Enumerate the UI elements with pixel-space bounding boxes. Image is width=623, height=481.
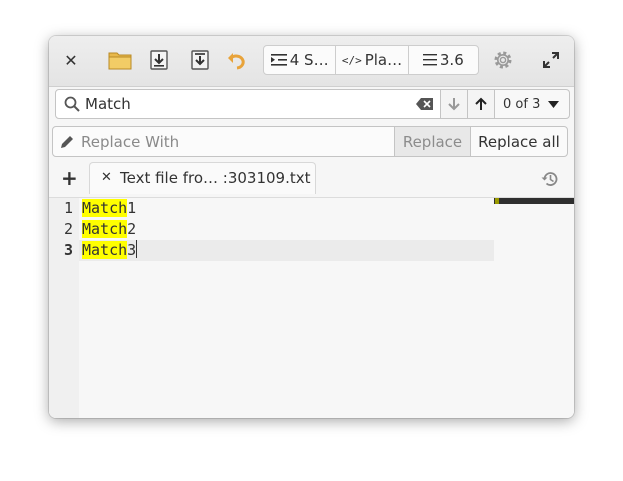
history-icon [541, 172, 558, 186]
close-tab-icon[interactable]: ✕ [101, 170, 112, 185]
search-match: Match [82, 241, 128, 259]
minimap-match-marker [495, 198, 499, 204]
line-number: 1 [63, 199, 73, 217]
minimap[interactable] [494, 198, 574, 204]
open-file-button[interactable] [106, 46, 134, 74]
next-match-button[interactable] [441, 89, 468, 119]
folder-icon [108, 52, 132, 70]
current-line-highlight [79, 240, 494, 261]
text-line: Match1 [82, 198, 136, 219]
add-tab-button[interactable]: + [61, 166, 78, 190]
indent-label: 4 S… [289, 51, 329, 69]
replace-all-button[interactable]: Replace all [470, 126, 568, 157]
language-label: Pla… [364, 51, 403, 69]
save-icon [150, 50, 168, 70]
header-bar: ✕ 4 S… </> Pla… 3.6 [49, 36, 574, 87]
revert-button[interactable] [223, 46, 251, 74]
replace-button[interactable]: Replace [394, 126, 471, 157]
match-counter-button[interactable]: 0 of 3 [495, 89, 570, 119]
document-settings-group: 4 S… </> Pla… 3.6 [263, 45, 479, 75]
code-icon: </> [341, 53, 362, 67]
clear-text-icon[interactable] [416, 97, 434, 111]
search-input[interactable]: Match [55, 89, 441, 119]
text-line-current: Match3 [82, 240, 138, 261]
close-icon: ✕ [64, 50, 78, 70]
settings-button[interactable] [489, 46, 517, 74]
save-as-icon [191, 50, 209, 70]
line-spacing-icon [422, 54, 437, 66]
replace-input[interactable]: Replace With [52, 126, 395, 157]
line-number: 2 [63, 220, 73, 238]
text-cursor [136, 240, 138, 258]
indent-button[interactable]: 4 S… [264, 46, 337, 74]
text-line: Match2 [82, 219, 136, 240]
replace-placeholder: Replace With [81, 133, 180, 151]
save-as-button[interactable] [186, 46, 214, 74]
arrow-down-icon [448, 98, 460, 111]
add-icon: + [61, 166, 78, 190]
search-query: Match [85, 95, 131, 113]
language-button[interactable]: </> Pla… [336, 46, 409, 74]
search-match: Match [82, 220, 128, 238]
line-spacing-label: 3.6 [439, 51, 464, 69]
fullscreen-icon [543, 52, 559, 68]
line-number-current: 3 [63, 241, 73, 259]
tab-bar: + ✕ Text file fro… :303109.txt [49, 160, 574, 198]
search-match: Match [82, 199, 128, 217]
previous-match-button[interactable] [468, 89, 495, 119]
chevron-down-icon [548, 100, 560, 108]
gear-icon [494, 51, 512, 69]
match-counter: 0 of 3 [503, 96, 541, 112]
history-button[interactable] [541, 170, 559, 192]
text-editor[interactable]: 1 2 3 Match1 Match2 Match3 [49, 198, 574, 418]
line-rest: 3 [127, 241, 137, 259]
editor-window: ✕ 4 S… </> Pla… 3.6 Match 0 of 3 Replace… [49, 36, 574, 418]
tab-label: Text file fro… :303109.txt [120, 169, 311, 187]
line-spacing-button[interactable]: 3.6 [409, 46, 478, 74]
pencil-icon [61, 136, 73, 148]
tab-document[interactable]: ✕ Text file fro… :303109.txt [89, 162, 316, 194]
fullscreen-button[interactable] [537, 46, 565, 74]
save-button[interactable] [145, 46, 173, 74]
close-button[interactable]: ✕ [57, 46, 85, 74]
line-rest: 1 [127, 199, 137, 217]
revert-icon [228, 53, 245, 70]
indent-icon [270, 54, 287, 66]
arrow-up-icon [475, 97, 487, 110]
search-icon [64, 96, 80, 112]
line-rest: 2 [127, 220, 137, 238]
